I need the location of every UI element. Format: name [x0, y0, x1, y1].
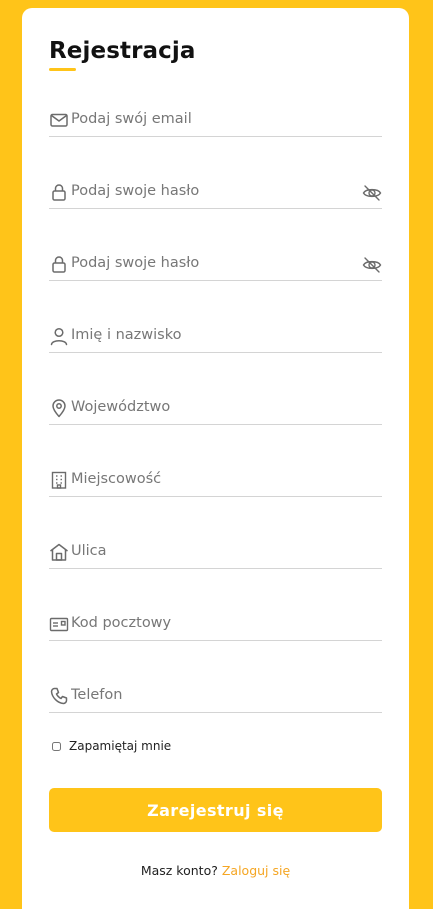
house-icon [49, 542, 69, 562]
email-field-row [49, 106, 382, 137]
confirm-password-field-row [49, 250, 382, 281]
remember-me-checkbox[interactable] [52, 741, 61, 751]
page-title: Rejestracja [49, 38, 196, 64]
postal-code-input[interactable] [71, 610, 351, 636]
lock-icon [49, 254, 69, 274]
voivodeship-input[interactable] [71, 394, 351, 420]
eye-slash-icon[interactable] [362, 183, 382, 203]
eye-slash-icon[interactable] [362, 255, 382, 275]
street-field-row [49, 538, 382, 569]
remember-me-label: Zapamiętaj mnie [69, 739, 172, 753]
phone-icon [49, 686, 69, 706]
password-input[interactable] [71, 178, 351, 204]
city-input[interactable] [71, 466, 351, 492]
envelope-icon [49, 110, 69, 130]
voivodeship-field-row [49, 394, 382, 425]
confirm-password-input[interactable] [71, 250, 351, 276]
name-field-row [49, 322, 382, 353]
title-underline [49, 68, 76, 71]
postal-code-field-row [49, 610, 382, 641]
email-input[interactable] [71, 106, 351, 132]
login-prompt: Masz konto? Zaloguj się [22, 863, 409, 878]
register-button[interactable]: Zarejestruj się [49, 788, 382, 832]
login-prompt-text: Masz konto? [140, 863, 218, 878]
user-icon [49, 326, 69, 346]
city-field-row [49, 466, 382, 497]
login-link[interactable]: Zaloguj się [222, 863, 290, 878]
phone-input[interactable] [71, 682, 351, 708]
password-field-row [49, 178, 382, 209]
lock-icon [49, 182, 69, 202]
street-input[interactable] [71, 538, 351, 564]
registration-card: Rejestracja Podaj swój email Imię i nazw… [22, 8, 409, 909]
map-pin-icon [49, 398, 69, 418]
full-name-input[interactable] [71, 322, 351, 348]
postcard-icon [49, 614, 69, 634]
building-icon [49, 470, 69, 490]
phone-field-row [49, 682, 382, 713]
remember-me-row[interactable]: Zapamiętaj mnie [52, 739, 171, 753]
